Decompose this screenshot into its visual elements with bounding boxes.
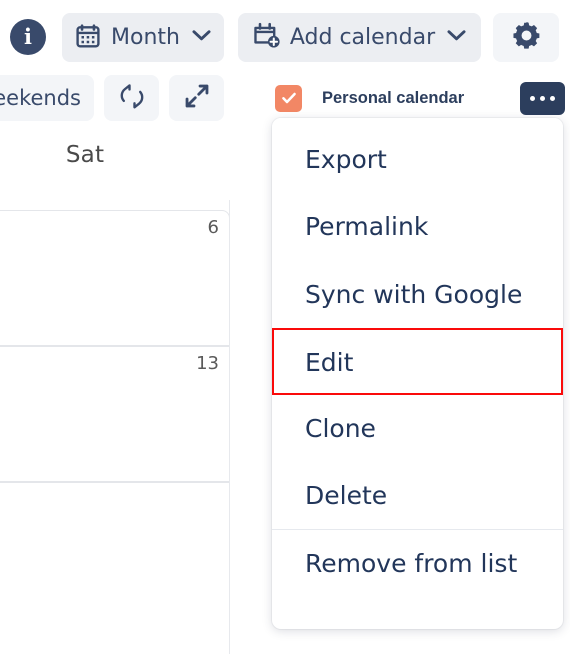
app-root: Sat 6 13 i Month Add calendar eekends Pe… xyxy=(0,0,570,654)
refresh-icon xyxy=(119,83,145,114)
menu-item-label: Remove from list xyxy=(305,548,518,578)
gear-icon xyxy=(510,19,543,56)
toggle-weekends-button[interactable]: eekends xyxy=(0,75,94,121)
ellipsis-icon xyxy=(540,96,545,101)
menu-item-label: Sync with Google xyxy=(305,279,523,309)
settings-button[interactable] xyxy=(493,13,559,62)
ellipsis-icon xyxy=(550,96,555,101)
expand-arrows-icon xyxy=(184,83,210,113)
add-calendar-button[interactable]: Add calendar xyxy=(238,13,481,62)
calendar-day-cell[interactable]: 6 xyxy=(0,210,230,346)
info-glyph: i xyxy=(24,23,32,49)
fullscreen-button[interactable] xyxy=(169,75,224,121)
calendar-plus-icon xyxy=(253,22,281,53)
ellipsis-icon xyxy=(530,96,535,101)
menu-item-remove-from-list[interactable]: Remove from list xyxy=(272,529,563,596)
chevron-down-icon xyxy=(192,29,211,46)
menu-item-export[interactable]: Export xyxy=(272,118,563,193)
menu-item-label: Permalink xyxy=(305,212,429,241)
calendar-context-menu: Export Permalink Sync with Google Edit C… xyxy=(272,118,563,629)
view-month-button[interactable]: Month xyxy=(62,13,224,62)
calendar-list-item: Personal calendar xyxy=(272,74,570,122)
calendar-day-number: 6 xyxy=(207,217,219,238)
chevron-down-icon xyxy=(447,29,466,46)
calendar-name-label: Personal calendar xyxy=(322,88,465,107)
menu-item-edit[interactable]: Edit xyxy=(272,328,563,395)
menu-item-sync-with-google[interactable]: Sync with Google xyxy=(272,260,563,328)
menu-item-label: Export xyxy=(305,145,387,174)
menu-item-clone[interactable]: Clone xyxy=(272,395,563,462)
calendar-day-number: 13 xyxy=(196,353,219,374)
view-month-label: Month xyxy=(111,25,180,50)
calendar-panel-divider xyxy=(229,200,230,654)
menu-item-delete[interactable]: Delete xyxy=(272,462,563,529)
menu-item-permalink[interactable]: Permalink xyxy=(272,193,563,260)
info-circle-icon[interactable]: i xyxy=(10,19,46,55)
add-calendar-label: Add calendar xyxy=(289,25,436,50)
calendar-day-header-sat: Sat xyxy=(65,142,105,168)
calendar-visibility-checkbox[interactable] xyxy=(275,84,302,112)
calendar-icon xyxy=(75,23,101,53)
refresh-button[interactable] xyxy=(104,75,159,121)
calendar-day-cell[interactable] xyxy=(0,482,230,618)
calendar-grid: Sat 6 13 xyxy=(0,128,230,654)
calendar-day-cell[interactable]: 13 xyxy=(0,346,230,482)
calendar-more-options-button[interactable] xyxy=(520,82,565,115)
menu-item-label: Edit xyxy=(305,347,354,377)
toggle-weekends-label: eekends xyxy=(0,86,81,110)
menu-item-label: Clone xyxy=(305,414,376,443)
menu-item-label: Delete xyxy=(305,481,388,510)
